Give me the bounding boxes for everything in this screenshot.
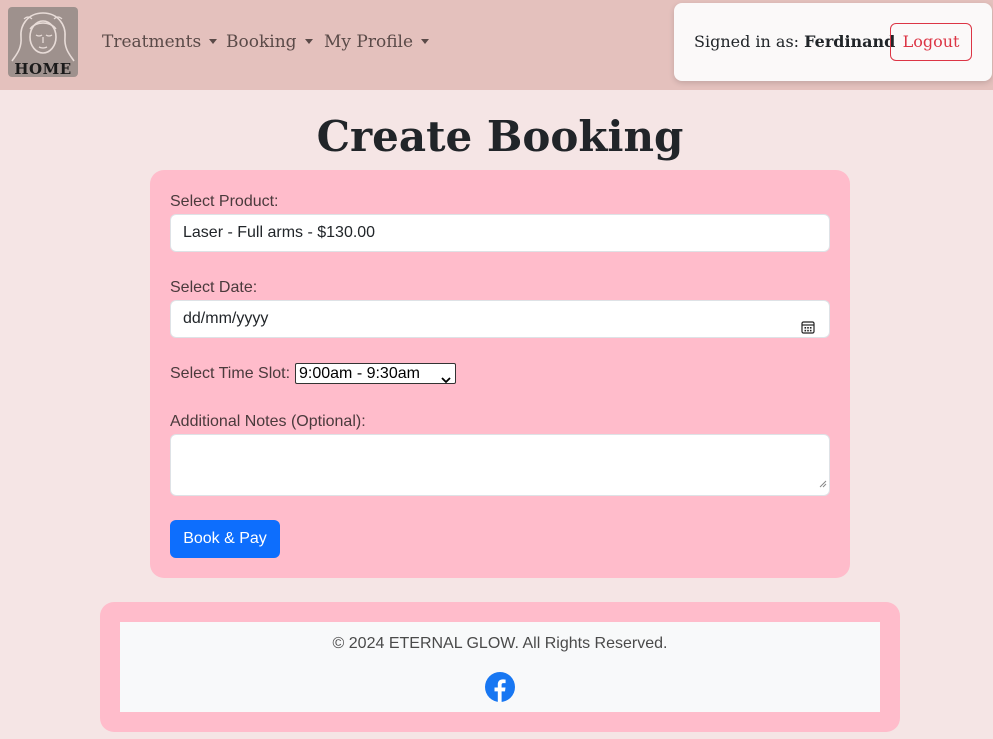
nav-item-label: Booking xyxy=(226,32,297,52)
chevron-down-icon xyxy=(441,370,451,389)
signed-in-text: Signed in as: Ferdinand xyxy=(694,30,895,54)
date-input[interactable]: dd/mm/yyyy xyxy=(170,300,830,338)
nav-item-label: Treatments xyxy=(102,32,202,52)
nav-booking-dropdown[interactable]: Booking xyxy=(226,30,313,54)
logout-button[interactable]: Logout xyxy=(890,23,972,61)
resize-handle-icon[interactable] xyxy=(819,475,827,493)
time-slot-select[interactable]: 9:00am - 9:30am xyxy=(295,363,456,384)
date-label: Select Date: xyxy=(170,279,258,296)
time-slot-label: Select Time Slot: xyxy=(170,365,291,382)
calendar-icon[interactable] xyxy=(801,312,815,348)
copyright-text: © 2024 ETERNAL GLOW. All Rights Reserved… xyxy=(332,635,668,652)
product-label: Select Product: xyxy=(170,193,279,210)
user-panel: Signed in as: Ferdinand Logout xyxy=(674,3,992,81)
notes-textarea[interactable] xyxy=(170,434,830,496)
nav-item-label: My Profile xyxy=(324,32,414,52)
nav-my-profile-dropdown[interactable]: My Profile xyxy=(324,30,430,54)
user-name: Ferdinand xyxy=(804,32,896,51)
signed-in-prefix: Signed in as: xyxy=(694,32,800,51)
notes-label: Additional Notes (Optional): xyxy=(170,413,366,430)
facebook-icon[interactable] xyxy=(485,672,515,702)
caret-down-icon xyxy=(209,39,218,44)
page-title: Create Booking xyxy=(316,112,684,161)
caret-down-icon xyxy=(421,39,430,44)
logo-text: HOME xyxy=(14,60,72,77)
footer-content: © 2024 ETERNAL GLOW. All Rights Reserved… xyxy=(120,622,880,712)
product-select[interactable]: Laser - Full arms - $130.00 xyxy=(170,214,830,252)
footer: © 2024 ETERNAL GLOW. All Rights Reserved… xyxy=(100,602,900,732)
book-and-pay-button[interactable]: Book & Pay xyxy=(170,520,280,558)
time-slot-value: 9:00am - 9:30am xyxy=(299,365,420,382)
navbar: HOME Treatments Booking My Profile Signe… xyxy=(0,0,993,90)
woman-face-logo-icon xyxy=(11,12,75,62)
product-value: Laser - Full arms - $130.00 xyxy=(183,224,376,241)
booking-form: Select Product: Laser - Full arms - $130… xyxy=(150,170,850,578)
caret-down-icon xyxy=(304,39,313,44)
home-logo[interactable]: HOME xyxy=(8,7,78,77)
nav-treatments-dropdown[interactable]: Treatments xyxy=(102,30,218,54)
date-placeholder: dd/mm/yyyy xyxy=(183,310,269,327)
